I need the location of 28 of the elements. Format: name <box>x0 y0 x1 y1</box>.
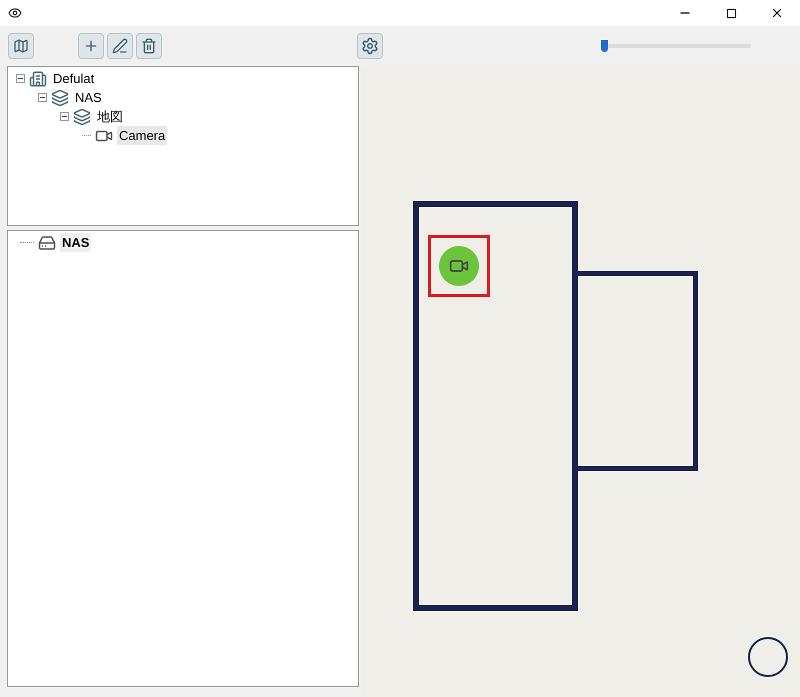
settings-icon <box>361 37 379 55</box>
tree-item[interactable]: 地図 <box>95 106 125 126</box>
add-button[interactable] <box>78 33 104 59</box>
collapse-toggle[interactable] <box>38 93 47 102</box>
device-item[interactable]: NAS <box>60 232 92 252</box>
map-icon <box>13 38 29 54</box>
zoom-slider[interactable] <box>601 39 751 53</box>
layers-icon <box>51 88 69 106</box>
building-icon <box>29 70 47 88</box>
tree-item[interactable]: Defulat <box>51 68 96 88</box>
pen-icon <box>112 38 128 54</box>
trash-icon <box>141 38 157 54</box>
rename-button[interactable] <box>107 33 133 59</box>
settings-button[interactable] <box>357 33 383 59</box>
close-icon <box>770 6 784 20</box>
tree-item[interactable]: Camera <box>117 126 168 146</box>
collapse-toggle[interactable] <box>60 112 69 121</box>
tree-item[interactable]: NAS <box>73 88 104 108</box>
app-eye-icon <box>8 6 22 20</box>
camera-marker[interactable] <box>428 235 490 297</box>
plus-icon <box>83 38 99 54</box>
maximize-icon <box>726 8 736 18</box>
layers-icon <box>73 108 91 126</box>
compass-icon <box>748 637 788 677</box>
collapse-toggle[interactable] <box>16 74 25 83</box>
delete-button[interactable] <box>136 33 162 59</box>
server-icon <box>38 234 56 252</box>
edit-map-button[interactable] <box>8 33 34 59</box>
